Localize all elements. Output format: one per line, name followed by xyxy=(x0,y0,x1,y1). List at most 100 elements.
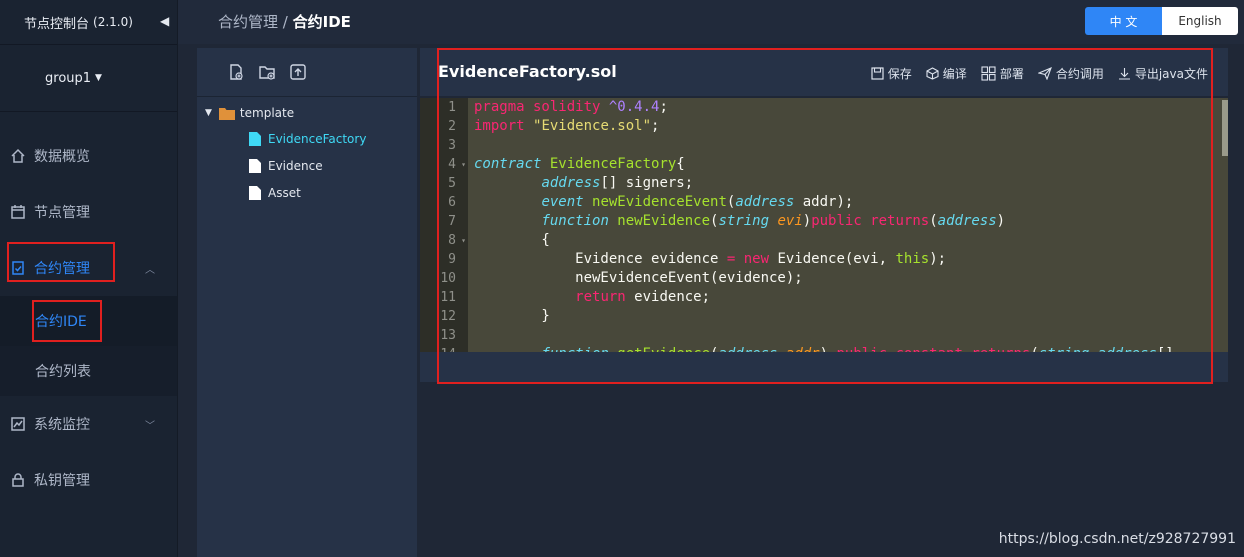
sidebar-item-label: 节点管理 xyxy=(34,205,90,221)
app-version: (2.1.0) xyxy=(93,15,133,29)
line-number: 3 xyxy=(448,138,456,153)
clipboard-check-icon xyxy=(12,261,24,275)
tree-file-asset[interactable]: Asset xyxy=(249,186,301,200)
tree-file-evidencefactory[interactable]: EvidenceFactory xyxy=(249,132,366,146)
line-number: 10 xyxy=(440,271,456,286)
home-icon xyxy=(11,148,25,163)
app-header: 节点控制台 (2.1.0) ◀ xyxy=(0,0,177,45)
group-selector[interactable]: group1 ▼ xyxy=(0,45,177,112)
app-title: 节点控制台 xyxy=(24,16,90,32)
line-number-gutter: 1 2 3 4▾ 5 6 7 8▾ 9 10 11 12 13 14 xyxy=(420,98,468,352)
editor-scrollbar[interactable] xyxy=(1222,100,1228,156)
save-button[interactable]: 保存 xyxy=(871,65,912,82)
group-name: group1 xyxy=(45,70,92,86)
editor-header: EvidenceFactory.sol 保存 编译 部署 合约调用 导出java… xyxy=(420,48,1228,96)
line-number: 13 xyxy=(440,328,456,343)
sidebar-item-label: 私钥管理 xyxy=(34,473,90,489)
line-number: 11 xyxy=(440,290,456,305)
export-java-label: 导出java文件 xyxy=(1134,67,1208,81)
sidebar-item-overview[interactable]: 数据概览 xyxy=(0,128,177,184)
breadcrumb-separator: / xyxy=(282,13,288,31)
file-icon xyxy=(249,186,261,200)
collapse-sidebar-icon[interactable]: ◀ xyxy=(160,14,169,28)
tree-folder-template[interactable]: ▼ template xyxy=(205,106,294,120)
file-tree-panel: ▼ template EvidenceFactory Evidence Asse… xyxy=(197,48,417,557)
contract-call-label: 合约调用 xyxy=(1055,67,1104,81)
code-line[interactable]: { xyxy=(474,231,1224,250)
sidebar-item-label: 数据概览 xyxy=(34,149,90,165)
code-line[interactable]: return evidence; xyxy=(474,288,1224,307)
lock-icon xyxy=(12,473,24,487)
deploy-label: 部署 xyxy=(999,67,1024,81)
sidebar-item-label: 系统监控 xyxy=(34,417,90,433)
sidebar-item-contracts[interactable]: 合约管理 ︿ xyxy=(0,240,177,296)
sidebar-item-contract-ide[interactable]: 合约IDE xyxy=(0,296,177,346)
contracts-submenu: 合约IDE 合约列表 xyxy=(0,296,177,396)
compile-label: 编译 xyxy=(942,67,967,81)
code-line[interactable]: function newEvidence(string evi)public r… xyxy=(474,212,1224,231)
code-line[interactable]: import "Evidence.sol"; xyxy=(474,117,1224,136)
sidebar-item-monitor[interactable]: 系统监控 ﹀ xyxy=(0,396,177,452)
new-file-icon[interactable] xyxy=(227,63,245,81)
compile-button[interactable]: 编译 xyxy=(926,65,967,82)
line-number: 5 xyxy=(448,176,456,191)
code-line[interactable]: newEvidenceEvent(evidence); xyxy=(474,269,1224,288)
line-number-fold[interactable]: 4 ▾ xyxy=(420,155,468,174)
chevron-down-icon: ﹀ xyxy=(145,420,155,432)
breadcrumb: 合约管理 / 合约IDE xyxy=(218,11,351,32)
tree-file-evidence[interactable]: Evidence xyxy=(249,159,323,173)
sidebar-item-label: 合约列表 xyxy=(35,364,91,380)
code-line[interactable]: contract EvidenceFactory{ xyxy=(474,155,1224,174)
code-line[interactable]: function getEvidence(address addr) publi… xyxy=(474,345,1224,352)
line-number: 14 xyxy=(420,345,468,352)
code-line[interactable]: pragma solidity ^0.4.4; xyxy=(474,98,1224,117)
fold-icon: ▾ xyxy=(461,160,466,169)
new-folder-icon[interactable] xyxy=(258,63,276,81)
line-number: 7 xyxy=(448,214,456,229)
lang-zh-button[interactable]: 中 文 xyxy=(1085,7,1162,35)
deploy-button[interactable]: 部署 xyxy=(981,65,1024,82)
download-icon xyxy=(1118,68,1130,80)
line-number-fold[interactable]: 8 ▾ xyxy=(420,231,468,250)
grid-icon xyxy=(981,66,996,81)
tree-item-label: Asset xyxy=(268,186,301,200)
code-line[interactable]: event newEvidenceEvent(address addr); xyxy=(474,193,1224,212)
contract-call-button[interactable]: 合约调用 xyxy=(1037,65,1104,82)
calendar-icon xyxy=(11,205,25,219)
sidebar-item-nodes[interactable]: 节点管理 xyxy=(0,184,177,240)
line-number: 6 xyxy=(448,195,456,210)
editor-actions: 保存 编译 部署 合约调用 导出java文件 xyxy=(871,65,1208,82)
upload-icon[interactable] xyxy=(289,63,307,81)
sidebar-item-label: 合约IDE xyxy=(35,314,87,330)
breadcrumb-parent[interactable]: 合约管理 xyxy=(218,13,278,31)
watermark-text: https://blog.csdn.net/z928727991 xyxy=(998,531,1236,547)
tree-item-label: EvidenceFactory xyxy=(268,132,367,146)
export-java-button[interactable]: 导出java文件 xyxy=(1118,65,1208,82)
line-number: 12 xyxy=(440,309,456,324)
code-line[interactable]: } xyxy=(474,307,1224,326)
caret-down-icon: ▼ xyxy=(205,108,212,118)
caret-down-icon: ▼ xyxy=(95,73,102,83)
file-tree-toolbar xyxy=(197,48,417,97)
code-line[interactable] xyxy=(474,326,1224,345)
send-icon xyxy=(1037,67,1052,80)
sidebar-item-contract-list[interactable]: 合约列表 xyxy=(0,346,177,396)
code-editor[interactable]: 1 2 3 4▾ 5 6 7 8▾ 9 10 11 12 13 14 pragm… xyxy=(420,98,1228,352)
lang-en-button[interactable]: English xyxy=(1162,7,1238,35)
breadcrumb-current: 合约IDE xyxy=(292,13,351,31)
editor-output-bar xyxy=(420,352,1228,382)
save-icon xyxy=(871,67,884,80)
code-lines: pragma solidity ^0.4.4; import "Evidence… xyxy=(474,98,1224,352)
save-label: 保存 xyxy=(887,67,912,81)
chevron-up-icon: ︿ xyxy=(145,264,155,276)
code-line[interactable] xyxy=(474,136,1224,155)
sidebar-item-keys[interactable]: 私钥管理 xyxy=(0,452,177,508)
line-number: 9 xyxy=(448,252,456,267)
code-line[interactable]: address[] signers; xyxy=(474,174,1224,193)
code-line[interactable]: Evidence evidence = new Evidence(evi, th… xyxy=(474,250,1224,269)
language-switch: 中 文 English xyxy=(1085,7,1238,35)
tree-item-label: template xyxy=(239,106,295,120)
fold-icon: ▾ xyxy=(461,236,466,245)
folder-icon xyxy=(218,107,235,120)
sidebar-menu: 数据概览 节点管理 合约管理 ︿ 合约IDE 合约列表 系统监控 ﹀ 私钥管理 xyxy=(0,128,177,508)
